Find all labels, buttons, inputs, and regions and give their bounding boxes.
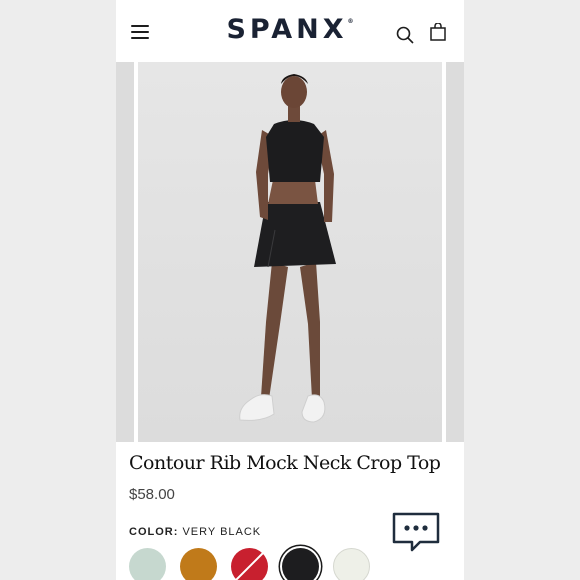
product-title: Contour Rib Mock Neck Crop Top — [129, 452, 441, 474]
color-swatch-very-black[interactable] — [282, 548, 319, 580]
color-swatch-red[interactable] — [231, 548, 268, 580]
brand-name: SPANX — [226, 14, 348, 45]
chat-bubble-icon[interactable] — [390, 510, 442, 554]
color-selection-label: COLOR: VERY BLACK — [129, 526, 261, 538]
color-swatch-sage[interactable] — [129, 548, 166, 580]
product-page: SPANX® Contour Rib Mock Neck Crop Top $5… — [116, 0, 464, 580]
model-figure — [138, 62, 442, 442]
registered-mark: ® — [347, 18, 354, 25]
color-swatch-ivory[interactable] — [333, 548, 370, 580]
product-price: $58.00 — [129, 486, 175, 503]
previous-image-peek[interactable] — [116, 62, 134, 442]
search-icon[interactable] — [396, 26, 414, 44]
color-label: COLOR: — [129, 526, 179, 538]
next-image-peek[interactable] — [446, 62, 464, 442]
color-swatch-amber[interactable] — [180, 548, 217, 580]
selected-color-name: VERY BLACK — [182, 526, 262, 538]
product-image-carousel[interactable] — [116, 62, 464, 442]
product-image — [138, 62, 442, 442]
shopping-bag-icon[interactable] — [430, 23, 446, 41]
site-header: SPANX® — [116, 0, 464, 62]
unavailable-slash — [234, 551, 265, 580]
